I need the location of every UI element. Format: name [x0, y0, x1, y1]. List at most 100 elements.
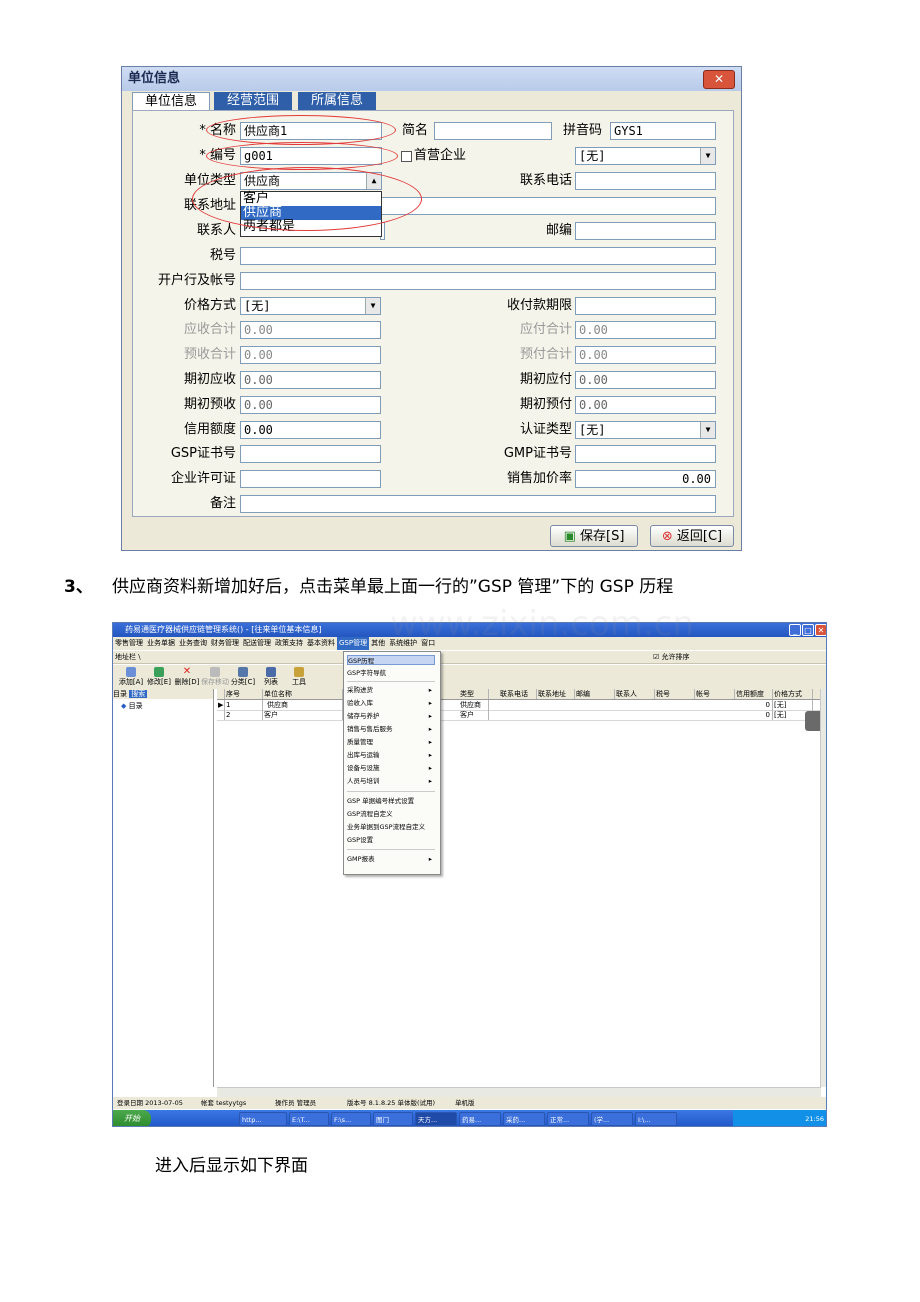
phone-field[interactable]: [575, 172, 716, 190]
category-button[interactable]: 分类[C]: [229, 667, 257, 687]
task-item[interactable]: 药易...: [459, 1112, 501, 1126]
init-pay-field[interactable]: 0.00: [575, 371, 716, 389]
close-icon[interactable]: ✕: [815, 624, 826, 636]
col-price[interactable]: 价格方式: [773, 689, 813, 699]
step-number: 3、: [64, 577, 93, 597]
area-select[interactable]: [无] ▼: [575, 147, 716, 165]
tree-root[interactable]: ◆ 目录: [113, 699, 213, 713]
back-button[interactable]: ⊗ 返回[C]: [650, 525, 734, 547]
init-recv-field[interactable]: 0.00: [240, 371, 381, 389]
col-name[interactable]: 单位名称: [263, 689, 343, 699]
cell-credit: 0: [735, 710, 773, 720]
menu-item-equipment[interactable]: 设备与设施 ▸: [347, 763, 435, 773]
gsp-cert-field[interactable]: [240, 445, 381, 463]
tab-unit-info[interactable]: 单位信息: [132, 92, 210, 111]
tax-field[interactable]: [240, 247, 716, 265]
chevron-down-icon[interactable]: ▼: [700, 422, 715, 438]
edit-button[interactable]: 修改[E]: [145, 667, 173, 687]
menu-distribution[interactable]: 配送管理: [241, 637, 273, 650]
init-prepay-field[interactable]: 0.00: [575, 396, 716, 414]
minimize-icon[interactable]: _: [789, 624, 801, 636]
menu-item-gmp-report[interactable]: GMP报表 ▸: [347, 854, 435, 864]
short-name-label: 简名: [401, 123, 428, 138]
task-item[interactable]: 采药...: [503, 1112, 545, 1126]
menu-item-acceptance[interactable]: 验收入库 ▸: [347, 698, 435, 708]
tools-button[interactable]: 工具: [285, 667, 313, 687]
col-credit[interactable]: 信用额度: [735, 689, 773, 699]
delete-button[interactable]: ✕ 删除[D]: [173, 667, 201, 687]
task-item[interactable]: 天方...: [415, 1112, 457, 1126]
menu-gsp[interactable]: GSP管理: [337, 637, 370, 650]
menu-item-doc-number-style[interactable]: GSP 单据编号样式设置: [347, 796, 435, 806]
col-type[interactable]: 类型: [459, 689, 489, 699]
credit-field[interactable]: 0.00: [240, 421, 381, 439]
address-field[interactable]: [380, 197, 716, 215]
list-button[interactable]: 列表: [257, 667, 285, 687]
price-mode-select[interactable]: [无] ▼: [240, 297, 381, 315]
menu-finance[interactable]: 财务管理: [209, 637, 241, 650]
menu-basic-data[interactable]: 基本资料: [305, 637, 337, 650]
menu-item-doc-flow-custom[interactable]: 业务单据到GSP流程自定义: [347, 822, 435, 832]
menu-item-quality[interactable]: 质量管理 ▸: [347, 737, 435, 747]
tab-business-scope[interactable]: 经营范围: [214, 92, 292, 110]
license-field[interactable]: [240, 470, 381, 488]
postcode-field[interactable]: [575, 222, 716, 240]
col-contact[interactable]: 联系人: [615, 689, 655, 699]
menu-item-shipping[interactable]: 出库与运输 ▸: [347, 750, 435, 760]
remark-field[interactable]: [240, 495, 716, 513]
menu-other[interactable]: 其他: [369, 637, 387, 650]
task-item[interactable]: 图门: [373, 1112, 413, 1126]
gmp-cert-field[interactable]: [575, 445, 716, 463]
menu-item-gsp-history[interactable]: GSP历程: [347, 655, 435, 665]
cert-type-select[interactable]: [无] ▼: [575, 421, 716, 439]
task-item[interactable]: F:\s...: [331, 1112, 371, 1126]
table-row[interactable]: 2 客户 客户 0 [无]: [217, 710, 821, 721]
menu-policy[interactable]: 政策支持: [273, 637, 305, 650]
maximize-icon[interactable]: □: [802, 624, 814, 636]
tools-label: 工具: [292, 678, 306, 686]
task-item[interactable]: 正常...: [547, 1112, 589, 1126]
add-button[interactable]: 添加[A]: [117, 667, 145, 687]
col-no[interactable]: 序号: [225, 689, 263, 699]
tab-search[interactable]: 搜索: [129, 690, 148, 698]
menu-business-query[interactable]: 业务查询: [177, 637, 209, 650]
chevron-down-icon[interactable]: ▼: [365, 298, 380, 314]
menu-item-gsp-settings[interactable]: GSP设置: [347, 835, 435, 845]
pinyin-field[interactable]: GYS1: [610, 122, 716, 140]
menu-business-docs[interactable]: 业务单据: [145, 637, 177, 650]
task-item[interactable]: http...: [239, 1112, 287, 1126]
col-address[interactable]: 联系地址: [537, 689, 575, 699]
tab-directory[interactable]: 目录: [113, 690, 127, 698]
first-camp-checkbox[interactable]: [401, 151, 412, 162]
menu-item-training[interactable]: 人员与培训 ▸: [347, 776, 435, 786]
chevron-right-icon: ▸: [428, 725, 432, 733]
markup-field[interactable]: 0.00: [575, 470, 716, 488]
menu-item-storage[interactable]: 储存与养护 ▸: [347, 711, 435, 721]
menu-retail[interactable]: 零售管理: [113, 637, 145, 650]
menu-item-sales[interactable]: 销售与售后服务 ▸: [347, 724, 435, 734]
horizontal-scrollbar[interactable]: [217, 1087, 821, 1097]
task-item[interactable]: (学...: [591, 1112, 633, 1126]
task-item[interactable]: E:\T...: [289, 1112, 329, 1126]
task-item[interactable]: I:\...: [635, 1112, 677, 1126]
start-button[interactable]: 开始: [113, 1110, 151, 1126]
init-prerecv-field[interactable]: 0.00: [240, 396, 381, 414]
close-icon[interactable]: ✕: [703, 70, 735, 89]
menu-item-gsp-navigation[interactable]: GSP字符导航: [347, 668, 435, 678]
col-tax[interactable]: 税号: [655, 689, 695, 699]
menu-item-purchase[interactable]: 采购进货 ▸: [347, 685, 435, 695]
allow-sort-checkbox[interactable]: ☑ 允许排序: [653, 653, 690, 662]
vertical-scrollbar[interactable]: [820, 689, 826, 1087]
save-button[interactable]: ▣ 保存[S]: [550, 525, 638, 547]
save-move-button[interactable]: 保存移动: [201, 667, 229, 687]
menu-item-flow-custom[interactable]: GSP流程自定义: [347, 809, 435, 819]
pay-term-field[interactable]: [575, 297, 716, 315]
col-account[interactable]: 帐号: [695, 689, 735, 699]
chevron-right-icon: ▸: [428, 686, 432, 694]
short-name-field[interactable]: [434, 122, 552, 140]
tab-affiliation[interactable]: 所属信息: [298, 92, 376, 110]
col-phone[interactable]: 联系电话: [499, 689, 537, 699]
chevron-down-icon[interactable]: ▼: [700, 148, 715, 164]
col-postcode[interactable]: 邮编: [575, 689, 615, 699]
bank-field[interactable]: [240, 272, 716, 290]
